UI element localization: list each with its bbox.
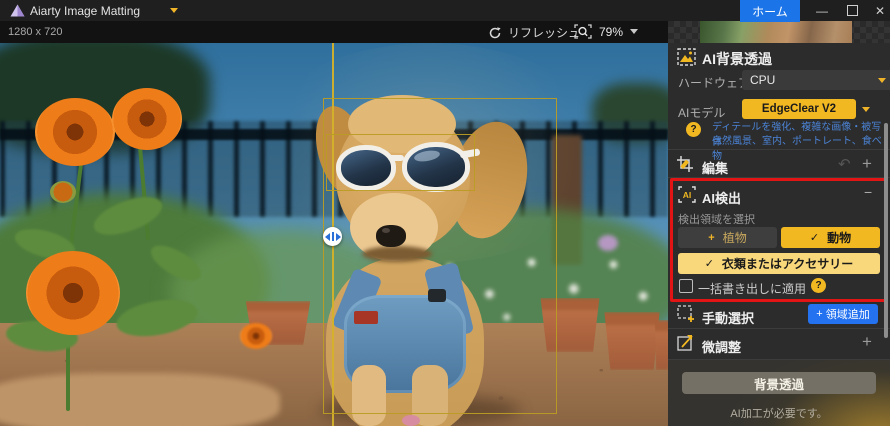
ai-processing-note: AI加工が必要です。 (730, 408, 828, 420)
hardware-value: CPU (750, 73, 776, 87)
batch-export-checkbox[interactable] (679, 279, 693, 293)
divider (668, 149, 890, 150)
refresh-label: リフレッシュ (508, 26, 581, 40)
bg-transparent-apply-button[interactable]: 背景透過 (682, 372, 876, 394)
app-title: Aiarty Image Matting (30, 4, 141, 18)
terracotta-pot (654, 320, 668, 370)
hardware-label: ハードウェア (678, 76, 751, 90)
refresh-icon (489, 26, 501, 38)
handle-left-arrow-icon (324, 232, 330, 241)
title-menu-chevron-icon[interactable] (170, 8, 178, 13)
animal-label: 動物 (827, 231, 852, 245)
zoom-chevron-icon (630, 29, 639, 34)
app-logo-icon (10, 4, 25, 17)
compare-slider-handle[interactable] (323, 227, 342, 246)
detect-plant-button[interactable]: + 植物 (678, 227, 777, 248)
panel-title-bg-transparent: AI背景透過 (702, 51, 772, 67)
fine-tune-add-icon[interactable]: + (862, 332, 872, 352)
chevron-down-icon (878, 77, 886, 83)
close-button[interactable]: ✕ (868, 0, 890, 21)
svg-text:AI: AI (683, 190, 692, 200)
image-dimensions: 1280 x 720 (8, 26, 63, 38)
clothing-label: 衣類またはアクセサリー (721, 257, 854, 271)
handle-bar-icon (331, 232, 334, 241)
edit-add-icon[interactable]: + (862, 154, 872, 174)
refresh-button[interactable]: リフレッシュ (488, 24, 580, 41)
add-region-label: 領域追加 (825, 309, 870, 321)
image-thumbnail (700, 21, 852, 43)
puppy-paw-detail (402, 415, 420, 426)
orange-flower (26, 251, 120, 335)
undo-icon[interactable]: ↶ (838, 155, 851, 173)
purple-flower (598, 235, 618, 251)
maximize-icon (846, 5, 858, 16)
divider (668, 328, 890, 329)
batch-export-label: 一括書き出しに適用 (698, 282, 807, 296)
zoom-control[interactable]: 79% (574, 24, 639, 39)
zoom-magnifier-icon (574, 24, 592, 39)
image-thumbnail-strip[interactable] (668, 21, 890, 43)
terracotta-pot (604, 312, 660, 370)
detect-clothing-button[interactable]: ✓ 衣類またはアクセサリー (678, 253, 880, 274)
model-help-icon[interactable]: ? (686, 122, 701, 137)
fine-tune-icon (677, 335, 693, 351)
plus-icon: + (816, 308, 823, 320)
collapse-minus-icon[interactable]: − (864, 184, 872, 200)
minimize-button[interactable]: — (810, 0, 834, 21)
ai-bg-transparent-icon (677, 48, 696, 66)
section-title-ai-detect: AI検出 (702, 191, 742, 206)
check-icon: ✓ (809, 232, 820, 244)
flower-bud (50, 181, 76, 203)
edit-crop-icon (677, 156, 693, 172)
plant-label: 植物 (722, 231, 747, 245)
plus-icon: + (708, 231, 715, 244)
check-icon: ✓ (704, 258, 714, 270)
zoom-level: 79% (599, 24, 624, 39)
detect-animal-button[interactable]: ✓ 動物 (781, 227, 880, 248)
apply-panel: 背景透過 AI加工が必要です。 (668, 360, 890, 426)
right-sidebar: AI背景透過 ハードウェア CPU AIモデル EdgeClear V2 ? デ… (668, 21, 890, 426)
hardware-select[interactable]: CPU (742, 70, 890, 90)
ai-model-chevron-icon[interactable] (862, 107, 870, 112)
orange-flower (240, 323, 272, 349)
orange-flower (35, 98, 115, 166)
section-title-manual-select: 手動選択 (702, 311, 755, 326)
foreground-dirt (0, 373, 280, 426)
home-button[interactable]: ホーム (740, 0, 800, 22)
batch-help-icon[interactable]: ? (811, 278, 826, 293)
detect-region-subtitle: 検出領域を選択 (678, 214, 755, 226)
detection-box-accessory[interactable] (326, 134, 475, 191)
section-title-fine-tune: 微調整 (702, 340, 742, 355)
ai-detect-icon: AI (678, 186, 696, 203)
add-region-button[interactable]: + 領域追加 (808, 304, 878, 324)
orange-flower (112, 88, 182, 150)
ai-model-select[interactable]: EdgeClear V2 (742, 99, 856, 119)
title-bar: Aiarty Image Matting ホーム — ✕ (0, 0, 890, 22)
canvas-toolbar: 1280 x 720 リフレッシュ 79% (0, 21, 668, 43)
manual-select-icon (677, 305, 694, 322)
app-window: Aiarty Image Matting ホーム — ✕ 1280 x 720 … (0, 0, 890, 426)
maximize-button[interactable] (840, 0, 864, 21)
handle-right-arrow-icon (335, 232, 341, 241)
sidebar-scrollbar[interactable] (884, 123, 888, 338)
section-title-edit: 編集 (702, 161, 729, 176)
